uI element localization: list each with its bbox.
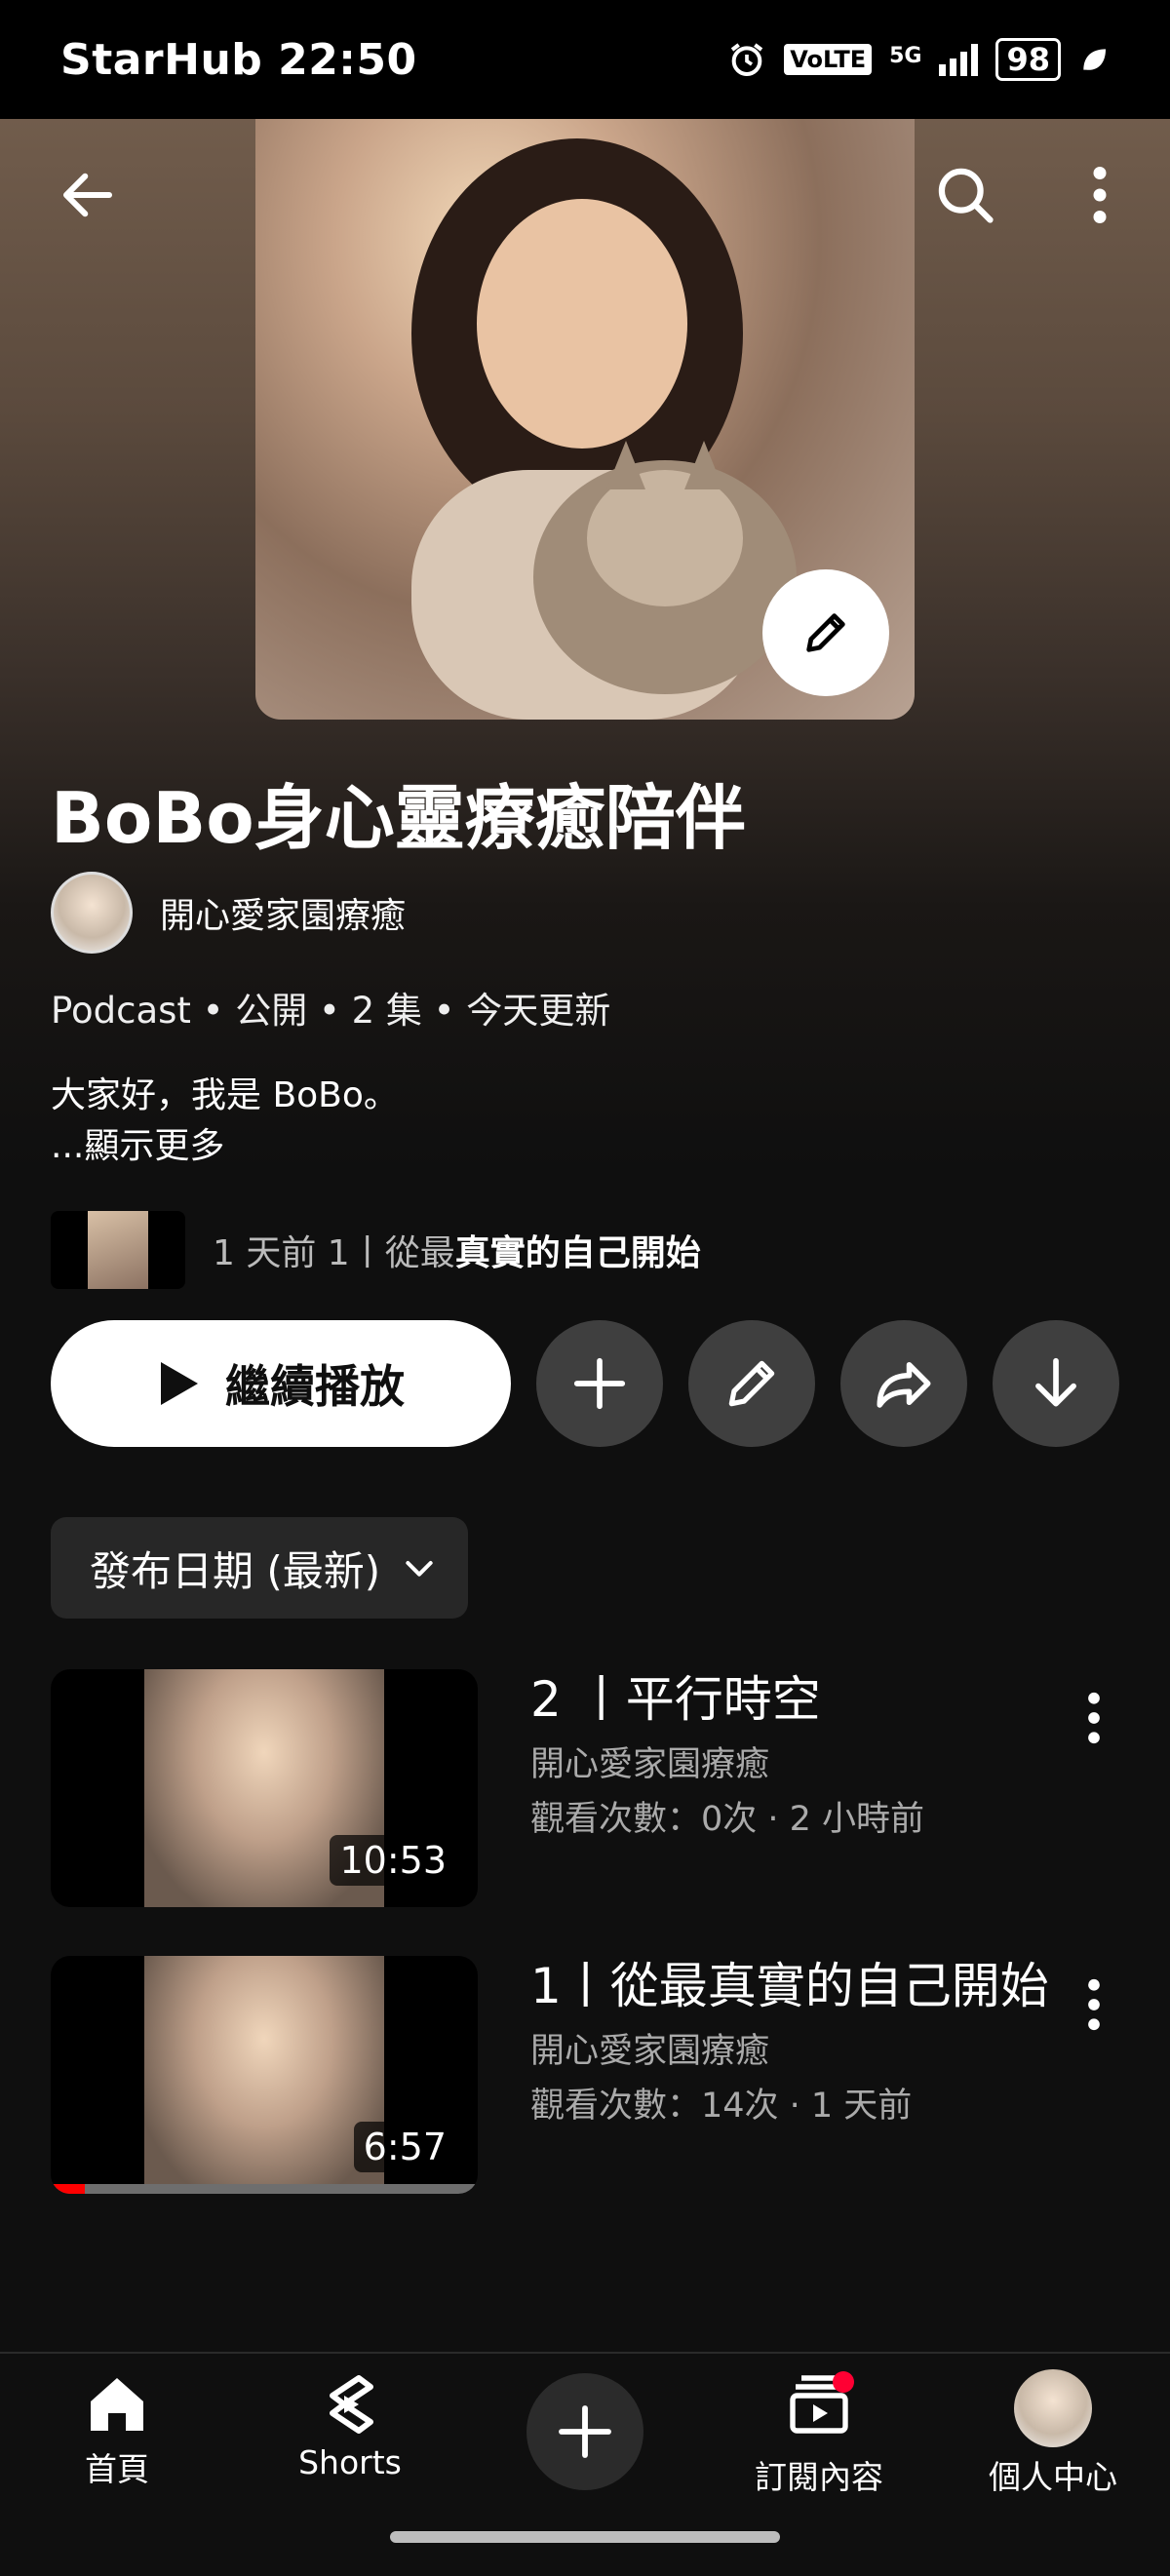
more-vert-icon bbox=[1093, 167, 1107, 223]
episode-item[interactable]: 6:57 1丨從最真實的自己開始 開心愛家園療癒 觀看次數：14次 · 1 天前 bbox=[51, 1956, 1143, 2194]
edit-button[interactable] bbox=[688, 1320, 815, 1447]
download-arrow-icon bbox=[1035, 1357, 1076, 1407]
share-button[interactable] bbox=[840, 1320, 967, 1447]
episode-more-button[interactable] bbox=[1065, 1956, 1123, 2053]
back-button[interactable] bbox=[49, 156, 127, 234]
nav-home-label: 首頁 bbox=[85, 2450, 149, 2488]
add-button[interactable] bbox=[536, 1320, 663, 1447]
episode-thumbnail[interactable]: 6:57 bbox=[51, 1956, 478, 2194]
search-button[interactable] bbox=[926, 156, 1004, 234]
arrow-left-icon bbox=[62, 173, 113, 217]
episode-duration: 10:53 bbox=[330, 1835, 456, 1886]
channel-name[interactable]: 開心愛家園療癒 bbox=[160, 887, 406, 938]
more-vert-icon bbox=[1088, 1978, 1100, 2031]
nav-shorts[interactable]: Shorts bbox=[253, 2369, 448, 2481]
volte-badge: VoLTE bbox=[784, 44, 873, 75]
episode-title[interactable]: 2 丨平行時空 bbox=[530, 1669, 1057, 1730]
episode-item[interactable]: 10:53 2 丨平行時空 開心愛家園療癒 觀看次數：0次 · 2 小時前 bbox=[51, 1669, 1143, 1907]
playlist-description[interactable]: 大家好，我是 BoBo。 ...顯示更多 bbox=[51, 1071, 399, 1172]
status-bar: StarHub 22:50 VoLTE 5G 98 bbox=[0, 0, 1170, 119]
episode-channel: 開心愛家園療癒 bbox=[530, 2032, 770, 2071]
watch-progress-bar bbox=[51, 2184, 478, 2194]
pencil-icon bbox=[806, 613, 845, 652]
chevron-down-icon bbox=[406, 1561, 433, 1577]
plus-icon bbox=[573, 1357, 626, 1410]
carrier-time: StarHub 22:50 bbox=[60, 34, 417, 85]
sort-label: 發布日期 (最新) bbox=[90, 1546, 381, 1595]
download-button[interactable] bbox=[993, 1320, 1119, 1447]
shorts-icon bbox=[330, 2375, 373, 2434]
play-icon bbox=[161, 1362, 198, 1405]
latest-episode-row[interactable]: 1 天前 1丨從最真實的自己開始 bbox=[51, 1211, 701, 1289]
episode-stats: 觀看次數：0次 · 2 小時前 bbox=[530, 1800, 925, 1839]
episode-duration: 6:57 bbox=[353, 2122, 456, 2172]
network-label: 5G bbox=[889, 44, 922, 68]
pencil-icon bbox=[728, 1360, 775, 1407]
nav-profile-label: 個人中心 bbox=[989, 2458, 1117, 2496]
description-text: 大家好，我是 BoBo。 bbox=[51, 1075, 399, 1115]
battery-indicator: 98 bbox=[995, 38, 1061, 81]
search-icon bbox=[938, 168, 994, 223]
nav-subscriptions-label: 訂閱內容 bbox=[755, 2458, 883, 2496]
create-button[interactable] bbox=[526, 2373, 644, 2490]
nav-home[interactable]: 首頁 bbox=[20, 2369, 214, 2490]
episode-channel: 開心愛家園療癒 bbox=[530, 1745, 770, 1784]
action-bar: 繼續播放 bbox=[51, 1320, 1119, 1447]
sort-dropdown[interactable]: 發布日期 (最新) bbox=[51, 1517, 469, 1619]
home-indicator bbox=[390, 2531, 780, 2543]
latest-episode-thumbnail bbox=[51, 1211, 185, 1289]
latest-episode-title: 真實的自己開始 bbox=[454, 1233, 701, 1273]
nav-subscriptions[interactable]: 訂閱內容 bbox=[722, 2369, 916, 2498]
episode-stats: 觀看次數：14次 · 1 天前 bbox=[530, 2087, 913, 2126]
channel-avatar[interactable] bbox=[51, 872, 133, 954]
notification-dot bbox=[833, 2371, 854, 2393]
more-options-button[interactable] bbox=[1072, 156, 1127, 234]
leaf-icon bbox=[1083, 49, 1106, 70]
home-icon bbox=[91, 2378, 143, 2431]
continue-play-button[interactable]: 繼續播放 bbox=[51, 1320, 511, 1447]
show-more-link[interactable]: ...顯示更多 bbox=[51, 1121, 399, 1172]
profile-avatar bbox=[1014, 2369, 1092, 2447]
nav-shorts-label: Shorts bbox=[298, 2443, 402, 2481]
share-arrow-icon bbox=[877, 1362, 931, 1408]
episode-more-button[interactable] bbox=[1065, 1669, 1123, 1767]
alarm-icon bbox=[731, 43, 763, 76]
channel-link[interactable]: 開心愛家園療癒 bbox=[51, 872, 406, 954]
playlist-meta: Podcast • 公開 • 2 集 • 今天更新 bbox=[51, 990, 611, 1032]
latest-episode-prefix: 1 天前 1丨從最 bbox=[213, 1233, 455, 1273]
plus-icon bbox=[559, 2405, 611, 2458]
episode-title[interactable]: 1丨從最真實的自己開始 bbox=[530, 1956, 1057, 2016]
more-vert-icon bbox=[1088, 1692, 1100, 1744]
playlist-title: BoBo身心靈療癒陪伴 bbox=[51, 777, 746, 859]
continue-play-label: 繼續播放 bbox=[225, 1360, 405, 1413]
episode-thumbnail[interactable]: 10:53 bbox=[51, 1669, 478, 1907]
edit-cover-button[interactable] bbox=[762, 569, 889, 696]
nav-profile[interactable]: 個人中心 bbox=[956, 2369, 1150, 2498]
signal-icon bbox=[939, 43, 979, 76]
